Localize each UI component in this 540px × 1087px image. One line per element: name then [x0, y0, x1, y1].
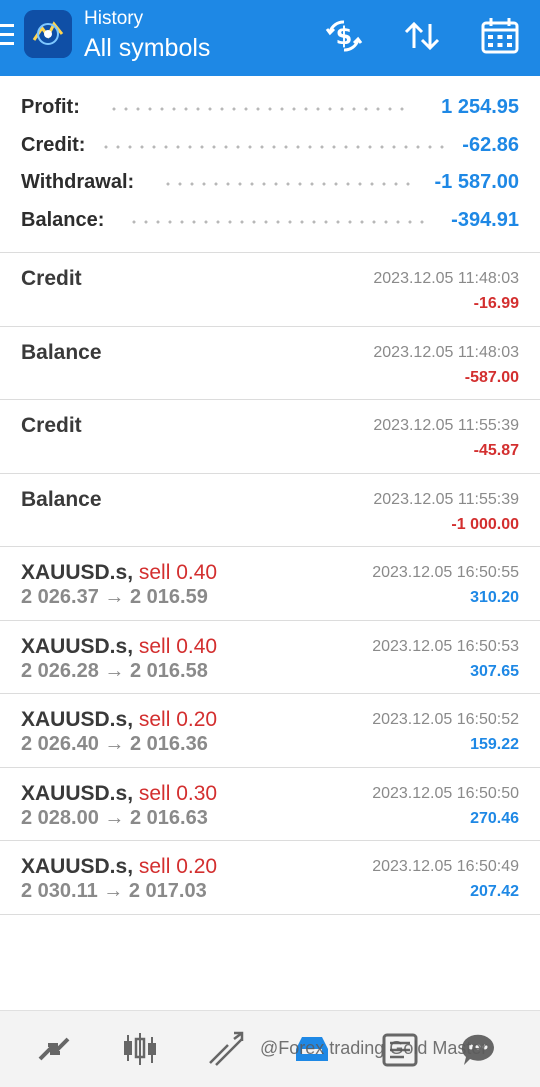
svg-text:$: $: [336, 22, 353, 50]
list-item[interactable]: Credit 2023.12.05 11:55:39 -45.87: [0, 400, 540, 474]
row-time: 2023.12.05 16:50:55: [372, 564, 519, 581]
menu-icon[interactable]: [0, 24, 14, 48]
summary-value: -394.91: [451, 208, 519, 231]
list-item[interactable]: Balance 2023.12.05 11:55:39 -1 000.00: [0, 474, 540, 547]
leader-dots: [100, 143, 450, 150]
row-prices: 2 028.00 → 2 016.63: [21, 806, 208, 829]
list-item[interactable]: XAUUSD.s, sell 0.20 2 030.11 → 2 017.03 …: [0, 841, 540, 915]
summary-label: Balance:: [21, 208, 105, 231]
row-time: 2023.12.05 16:50:50: [372, 784, 519, 802]
row-name: Credit: [21, 414, 82, 437]
row-time: 2023.12.05 11:48:03: [373, 343, 519, 361]
row-name: XAUUSD.s, sell 0.30: [21, 781, 218, 805]
summary-row-balance: Balance: -394.91: [0, 205, 540, 243]
row-name: XAUUSD.s, sell 0.20: [21, 855, 218, 878]
summary-row-withdrawal: Withdrawal: -1 587.00: [0, 167, 540, 205]
summary-label: Credit:: [21, 133, 86, 156]
summary-label: Profit:: [21, 96, 80, 118]
currency-exchange-icon[interactable]: $: [322, 14, 366, 58]
summary-value: 1 254.95: [441, 96, 519, 118]
summary-label: Withdrawal:: [21, 171, 135, 193]
row-time: 2023.12.05 16:50:52: [372, 711, 519, 728]
row-prices: 2 026.40 → 2 016.36: [21, 733, 208, 755]
row-prices: 2 026.28 → 2 016.58: [21, 659, 208, 682]
chart-icon[interactable]: [120, 1029, 160, 1069]
trade-icon[interactable]: [206, 1029, 246, 1069]
row-amount: -16.99: [473, 295, 519, 312]
history-list: Credit 2023.12.05 11:48:03 -16.99 Balanc…: [0, 253, 540, 915]
row-name: XAUUSD.s, sell 0.40: [21, 634, 218, 658]
app-header: History All symbols $: [0, 0, 540, 76]
row-name: Balance: [21, 340, 102, 364]
row-amount: -587.00: [464, 368, 519, 386]
calendar-icon[interactable]: [478, 14, 522, 58]
list-item[interactable]: XAUUSD.s, sell 0.40 2 026.28 → 2 016.58 …: [0, 621, 540, 694]
row-amount: -1 000.00: [451, 515, 519, 533]
row-amount: 270.46: [470, 809, 519, 827]
row-amount: -45.87: [473, 442, 519, 459]
leader-dots: [128, 218, 432, 225]
row-amount: 310.20: [470, 589, 519, 606]
list-item[interactable]: XAUUSD.s, sell 0.40 2 026.37 → 2 016.59 …: [0, 547, 540, 621]
row-time: 2023.12.05 16:50:53: [372, 637, 519, 655]
row-name: Balance: [21, 487, 102, 511]
summary-value: -62.86: [462, 133, 519, 156]
header-subtitle: History: [84, 8, 144, 29]
row-amount: 159.22: [470, 736, 519, 753]
row-amount: 307.65: [470, 662, 519, 680]
header-title[interactable]: All symbols: [84, 34, 210, 63]
row-prices: 2 030.11 → 2 017.03: [21, 880, 207, 902]
row-amount: 207.42: [470, 883, 519, 900]
row-time: 2023.12.05 16:50:49: [372, 858, 519, 875]
summary-row-profit: Profit: 1 254.95: [0, 92, 540, 130]
app-logo: [24, 10, 72, 58]
summary-row-credit: Credit: -62.86: [0, 130, 540, 168]
leader-dots: [162, 181, 412, 187]
list-item[interactable]: XAUUSD.s, sell 0.20 2 026.40 → 2 016.36 …: [0, 694, 540, 768]
row-time: 2023.12.05 11:55:39: [373, 417, 519, 434]
watermark-text: @Forex trading Gold Master: [260, 1038, 488, 1058]
list-item[interactable]: Credit 2023.12.05 11:48:03 -16.99: [0, 253, 540, 327]
list-item[interactable]: XAUUSD.s, sell 0.30 2 028.00 → 2 016.63 …: [0, 768, 540, 841]
list-item[interactable]: Balance 2023.12.05 11:48:03 -587.00: [0, 327, 540, 400]
sort-icon[interactable]: [400, 14, 444, 58]
row-time: 2023.12.05 11:48:03: [373, 270, 519, 287]
row-prices: 2 026.37 → 2 016.59: [21, 586, 208, 608]
row-name: Credit: [21, 267, 82, 290]
summary-panel: Profit: 1 254.95 Credit: -62.86 Withdraw…: [0, 92, 540, 242]
row-time: 2023.12.05 11:55:39: [373, 490, 519, 508]
quotes-icon[interactable]: [34, 1029, 74, 1069]
row-name: XAUUSD.s, sell 0.20: [21, 708, 218, 731]
row-name: XAUUSD.s, sell 0.40: [21, 561, 218, 584]
leader-dots: [108, 106, 410, 112]
summary-value: -1 587.00: [434, 171, 519, 193]
